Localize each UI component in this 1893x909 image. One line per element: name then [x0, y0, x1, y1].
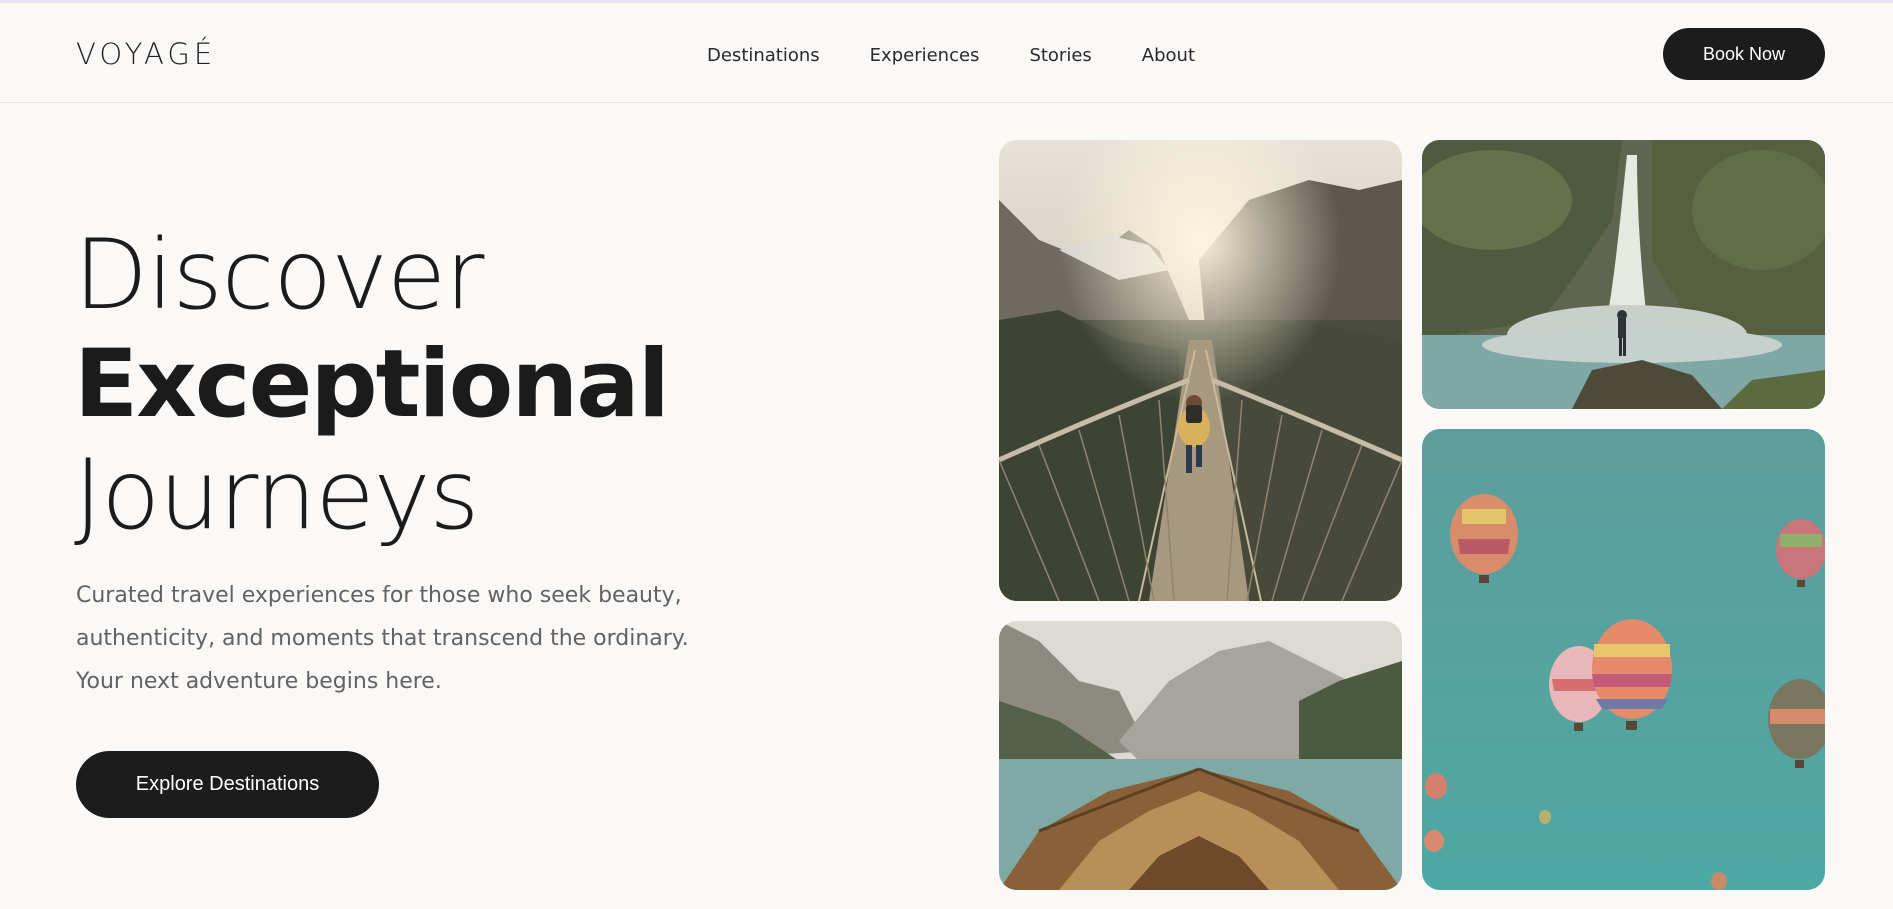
photo-boat-lake: [999, 621, 1402, 890]
nav-link-about[interactable]: About: [1142, 45, 1195, 66]
explore-destinations-button[interactable]: Explore Destinations: [76, 751, 379, 818]
nav-link-experiences[interactable]: Experiences: [870, 45, 980, 66]
hero-title: Discover Exceptional Journeys: [74, 219, 670, 551]
hero-title-line-1: Discover: [74, 219, 484, 331]
book-now-button[interactable]: Book Now: [1663, 28, 1825, 80]
site-header: VOYAGÉ Destinations Experiences Stories …: [0, 3, 1893, 103]
nav-link-stories[interactable]: Stories: [1029, 45, 1091, 66]
hero-title-line-3: Journeys: [74, 439, 479, 551]
nav-link-destinations[interactable]: Destinations: [707, 45, 820, 66]
hero-title-line-2: Exceptional: [74, 330, 670, 439]
photo-waterfall: [1422, 140, 1825, 409]
hero-description: Curated travel experiences for those who…: [76, 583, 689, 694]
photo-hot-air-balloons: [1422, 429, 1825, 890]
brand-logo[interactable]: VOYAGÉ: [76, 37, 216, 71]
photo-suspension-bridge: [999, 140, 1402, 601]
main-nav: Destinations Experiences Stories About: [707, 45, 1195, 66]
